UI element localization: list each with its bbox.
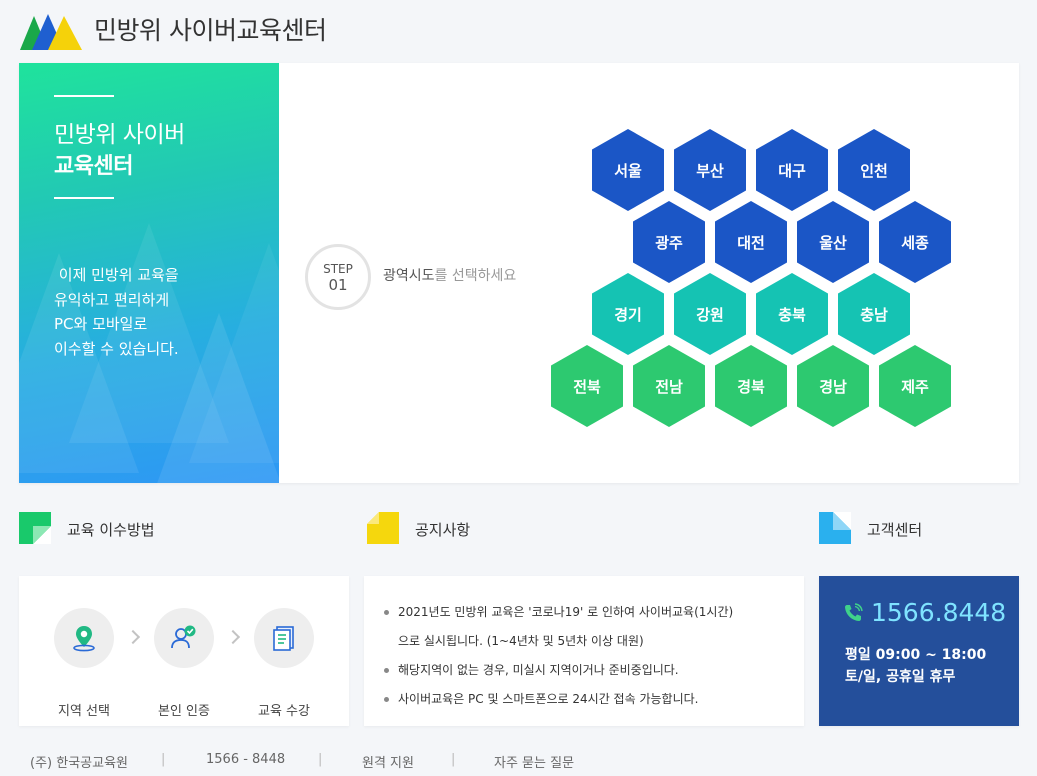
hero-divider-bottom <box>54 197 114 199</box>
region-button[interactable]: 경남 <box>797 345 869 427</box>
step-badge: STEP 01 <box>305 244 371 310</box>
step-instruction-strong: 광역시도 <box>383 268 435 284</box>
region-button[interactable]: 전북 <box>551 345 623 427</box>
step-instruction-rest: 를 선택하세요 <box>434 268 517 284</box>
region-button[interactable]: 제주 <box>879 345 951 427</box>
region-button[interactable]: 인천 <box>838 129 910 211</box>
footer-faq-link[interactable]: 자주 묻는 질문 <box>494 752 574 771</box>
header: 민방위 사이버교육센터 <box>0 0 1037 62</box>
document-icon <box>254 608 314 668</box>
process-step-auth: 본인 인증 <box>154 608 214 719</box>
hero-desc-line: 이수할 수 있습니다. <box>54 339 179 358</box>
notice-section-icon <box>367 512 399 544</box>
cs-phone[interactable]: 1566.8448 <box>843 598 1006 627</box>
process-step-region: 지역 선택 <box>54 608 114 719</box>
chevron-right-icon <box>225 629 241 645</box>
user-check-icon <box>154 608 214 668</box>
hero-desc-line: 이제 민방위 교육을 <box>54 266 179 284</box>
footer-separator: | <box>451 752 456 767</box>
section-cs-title: 고객센터 <box>867 521 923 539</box>
process-label: 지역 선택 <box>58 704 110 719</box>
section-notice-heading: 공지사항 <box>367 512 567 546</box>
notice-item[interactable]: 해당지역이 없는 경우, 미실시 지역이거나 준비중입니다. <box>384 656 794 685</box>
logo-icon[interactable] <box>20 10 82 52</box>
section-notice-title[interactable]: 공지사항 <box>415 519 470 540</box>
map-pin-icon <box>54 608 114 668</box>
cs-phone-number: 1566.8448 <box>871 598 1007 627</box>
region-button[interactable]: 강원 <box>674 273 746 355</box>
region-button[interactable]: 충남 <box>838 273 910 355</box>
region-button[interactable]: 대구 <box>756 129 828 211</box>
step-label: STEP <box>323 262 353 276</box>
process-label: 본인 인증 <box>158 704 210 719</box>
method-section-icon <box>19 512 51 544</box>
region-button[interactable]: 경기 <box>592 273 664 355</box>
section-cs-heading: 고객센터 <box>819 512 1019 546</box>
customer-center-card: 1566.8448 평일 09:00 ~ 18:00 토/일, 공휴일 휴무 <box>819 576 1019 726</box>
region-button[interactable]: 세종 <box>879 201 951 283</box>
footer-separator: | <box>161 752 166 767</box>
bullet-icon <box>384 697 389 702</box>
notice-list: 2021년도 민방위 교육은 '코로나19' 로 인하여 사이버교육(1시간) … <box>384 598 794 714</box>
footer: (주) 한국공교육원 | 1566 - 8448 | 원격 지원 | 자주 묻는… <box>0 748 1037 776</box>
process-label: 교육 수강 <box>258 704 310 719</box>
bullet-icon <box>384 610 389 615</box>
process-card: 지역 선택 본인 인증 교육 수강 <box>19 576 349 726</box>
cs-section-icon <box>819 512 851 544</box>
hero-panel: 민방위 사이버 교육센터 이제 민방위 교육을 유익하고 편리하게 PC와 모바… <box>19 63 1019 483</box>
step-instruction: 광역시도를 선택하세요 <box>383 265 516 285</box>
step-number: 01 <box>328 276 348 294</box>
footer-company: (주) 한국공교육원 <box>30 756 128 771</box>
cs-hours-weekday: 평일 09:00 ~ 18:00 <box>845 647 987 663</box>
region-button[interactable]: 광주 <box>633 201 705 283</box>
hero-divider-top <box>54 95 114 97</box>
notice-item[interactable]: 사이버교육은 PC 및 스마트폰으로 24시간 접속 가능합니다. <box>384 685 794 714</box>
hero-desc-line: PC와 모바일로 <box>54 315 148 333</box>
region-button[interactable]: 전남 <box>633 345 705 427</box>
bullet-icon <box>384 668 389 673</box>
cs-hours-weekend: 토/일, 공휴일 휴무 <box>845 669 956 685</box>
footer-separator: | <box>318 752 323 767</box>
chevron-right-icon <box>125 629 141 645</box>
region-button[interactable]: 울산 <box>797 201 869 283</box>
notice-text: 으로 실시됩니다. (1~4년차 및 5년차 이상 대원) <box>398 634 644 648</box>
region-button[interactable]: 대전 <box>715 201 787 283</box>
phone-icon <box>845 602 863 621</box>
site-title[interactable]: 민방위 사이버교육센터 <box>94 11 327 47</box>
hero-title-line1: 민방위 사이버 <box>54 122 185 148</box>
section-method-title: 교육 이수방법 <box>67 521 155 539</box>
hero-description: 이제 민방위 교육을 유익하고 편리하게 PC와 모바일로 이수할 수 있습니다… <box>54 263 264 361</box>
notice-card: 2021년도 민방위 교육은 '코로나19' 로 인하여 사이버교육(1시간) … <box>364 576 804 726</box>
region-button[interactable]: 서울 <box>592 129 664 211</box>
hero-desc-line: 유익하고 편리하게 <box>54 290 170 309</box>
section-method-heading: 교육 이수방법 <box>19 512 219 546</box>
footer-phone: 1566 - 8448 <box>206 752 286 767</box>
process-step-course: 교육 수강 <box>254 608 314 719</box>
notice-item[interactable]: 2021년도 민방위 교육은 '코로나19' 로 인하여 사이버교육(1시간) … <box>384 598 794 656</box>
hero-title-line2: 교육센터 <box>54 154 133 179</box>
region-button[interactable]: 부산 <box>674 129 746 211</box>
notice-text: 2021년도 민방위 교육은 '코로나19' 로 인하여 사이버교육(1시간) <box>398 605 734 619</box>
notice-text: 해당지역이 없는 경우, 미실시 지역이거나 준비중입니다. <box>398 663 679 677</box>
region-button[interactable]: 충북 <box>756 273 828 355</box>
hero-banner: 민방위 사이버 교육센터 이제 민방위 교육을 유익하고 편리하게 PC와 모바… <box>19 63 279 483</box>
footer-remote-support-link[interactable]: 원격 지원 <box>362 752 414 771</box>
notice-text: 사이버교육은 PC 및 스마트폰으로 24시간 접속 가능합니다. <box>398 692 699 706</box>
region-button[interactable]: 경북 <box>715 345 787 427</box>
